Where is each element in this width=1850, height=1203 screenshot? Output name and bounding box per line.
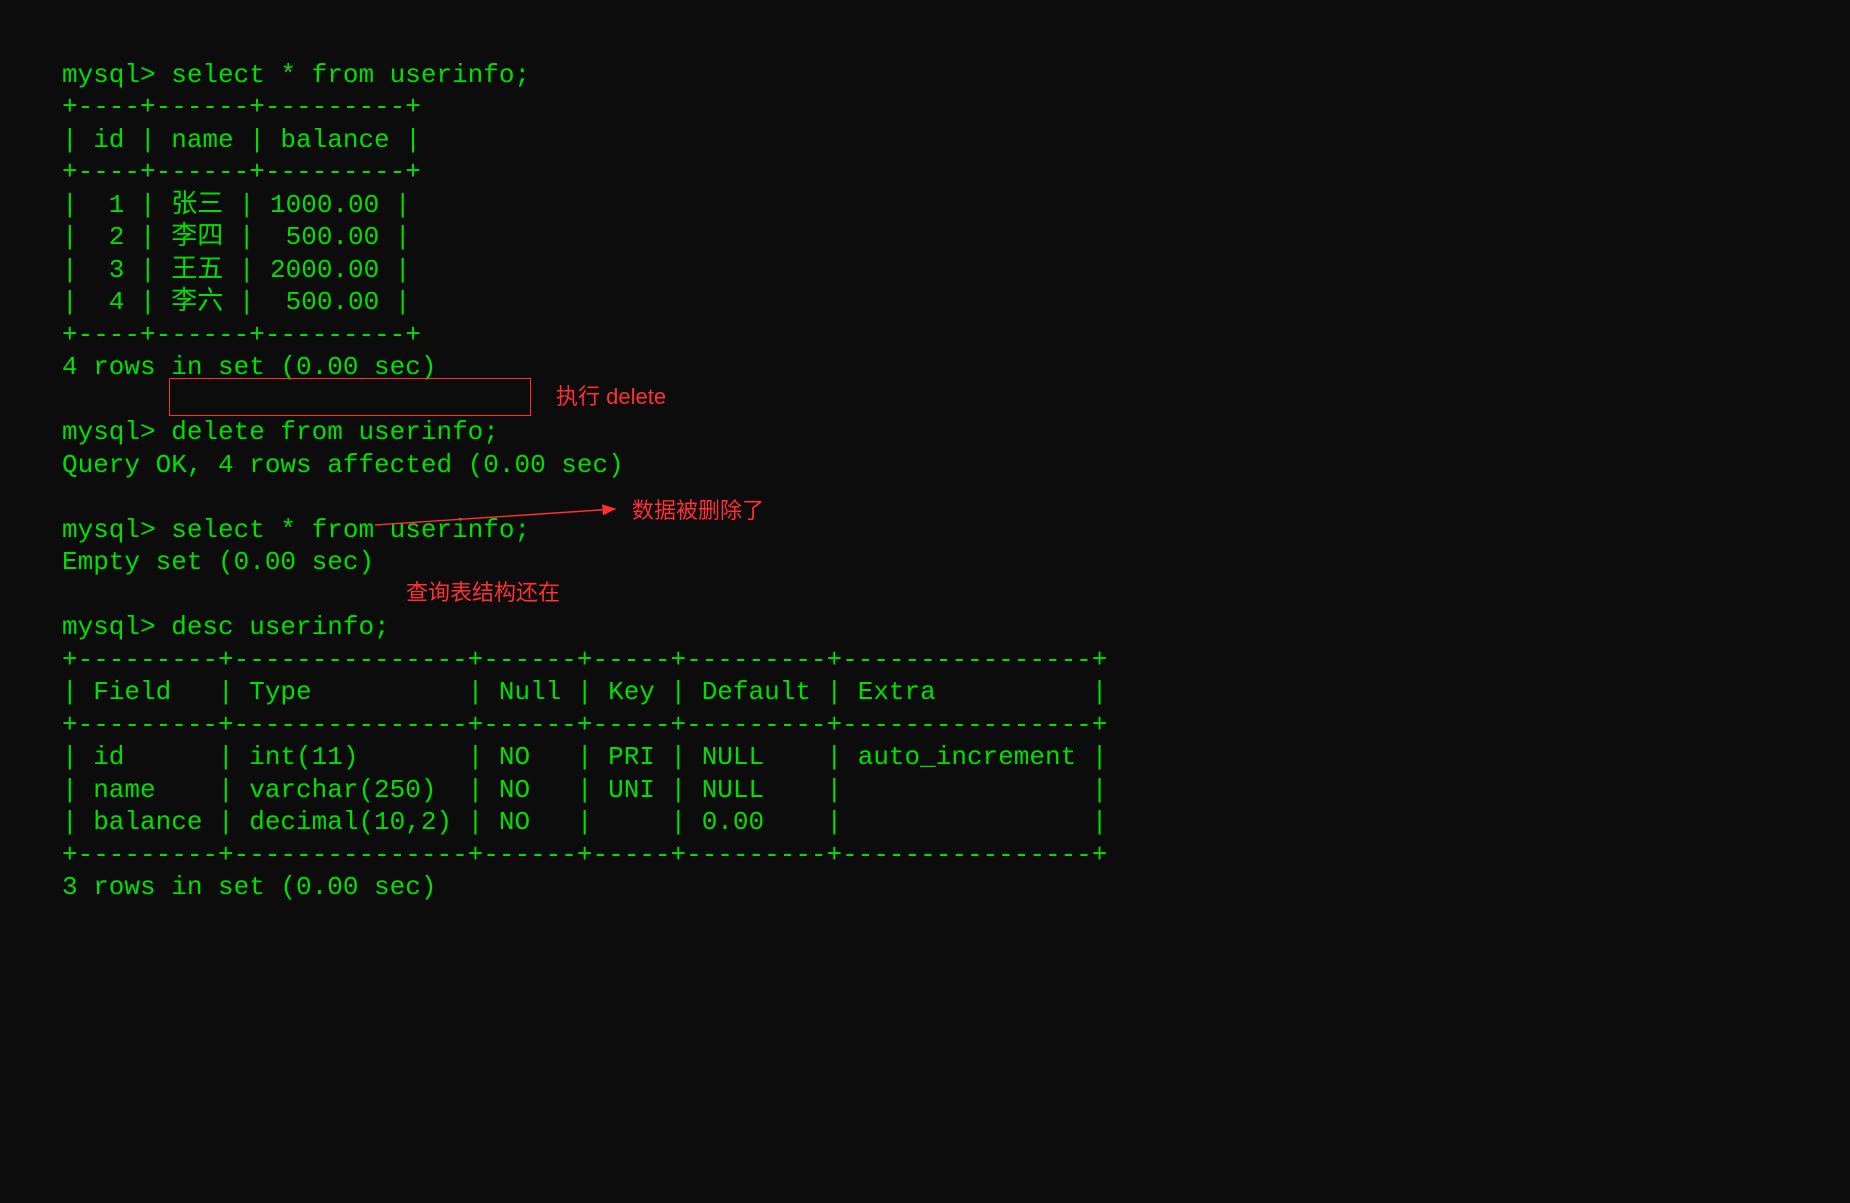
tbl1-row-2: | 3 | 王五 | 2000.00 | (62, 255, 410, 285)
tbl2-row-1: | name | varchar(250) | NO | UNI | NULL … (62, 775, 1107, 805)
tbl2-row-0: | id | int(11) | NO | PRI | NULL | auto_… (62, 742, 1107, 772)
tbl1-row-1: | 2 | 李四 | 500.00 | (62, 222, 410, 252)
cmd-delete: delete from userinfo; (171, 417, 499, 447)
cmd-desc: desc userinfo; (171, 612, 389, 642)
anno-data-deleted: 数据被删除了 (632, 497, 764, 525)
result-empty: Empty set (0.00 sec) (62, 547, 374, 577)
tbl2-border-mid: +---------+---------------+------+-----+… (62, 710, 1107, 740)
tbl2-border-bot: +---------+---------------+------+-----+… (62, 840, 1107, 870)
prompt: mysql> (62, 60, 171, 90)
terminal-output: mysql> select * from userinfo; +----+---… (0, 0, 1850, 904)
anno-schema-remain: 查询表结构还在 (406, 579, 560, 607)
prompt: mysql> (62, 417, 171, 447)
tbl1-border-top: +----+------+---------+ (62, 92, 421, 122)
tbl1-row-3: | 4 | 李六 | 500.00 | (62, 287, 410, 317)
tbl1-row-0: | 1 | 张三 | 1000.00 | (62, 190, 410, 220)
tbl1-border-mid: +----+------+---------+ (62, 157, 421, 187)
cmd-select-2: select * from userinfo; (171, 515, 530, 545)
result-rows3: 3 rows in set (0.00 sec) (62, 872, 436, 902)
prompt: mysql> (62, 515, 171, 545)
tbl2-border-top: +---------+---------------+------+-----+… (62, 645, 1107, 675)
tbl1-header: | id | name | balance | (62, 125, 421, 155)
tbl1-border-bot: +----+------+---------+ (62, 320, 421, 350)
prompt: mysql> (62, 612, 171, 642)
tbl2-header: | Field | Type | Null | Key | Default | … (62, 677, 1107, 707)
cmd-select-1: select * from userinfo; (171, 60, 530, 90)
anno-exec-delete: 执行 delete (556, 383, 666, 411)
tbl2-row-2: | balance | decimal(10,2) | NO | | 0.00 … (62, 807, 1107, 837)
result-rows4: 4 rows in set (0.00 sec) (62, 352, 436, 382)
result-delok: Query OK, 4 rows affected (0.00 sec) (62, 450, 624, 480)
